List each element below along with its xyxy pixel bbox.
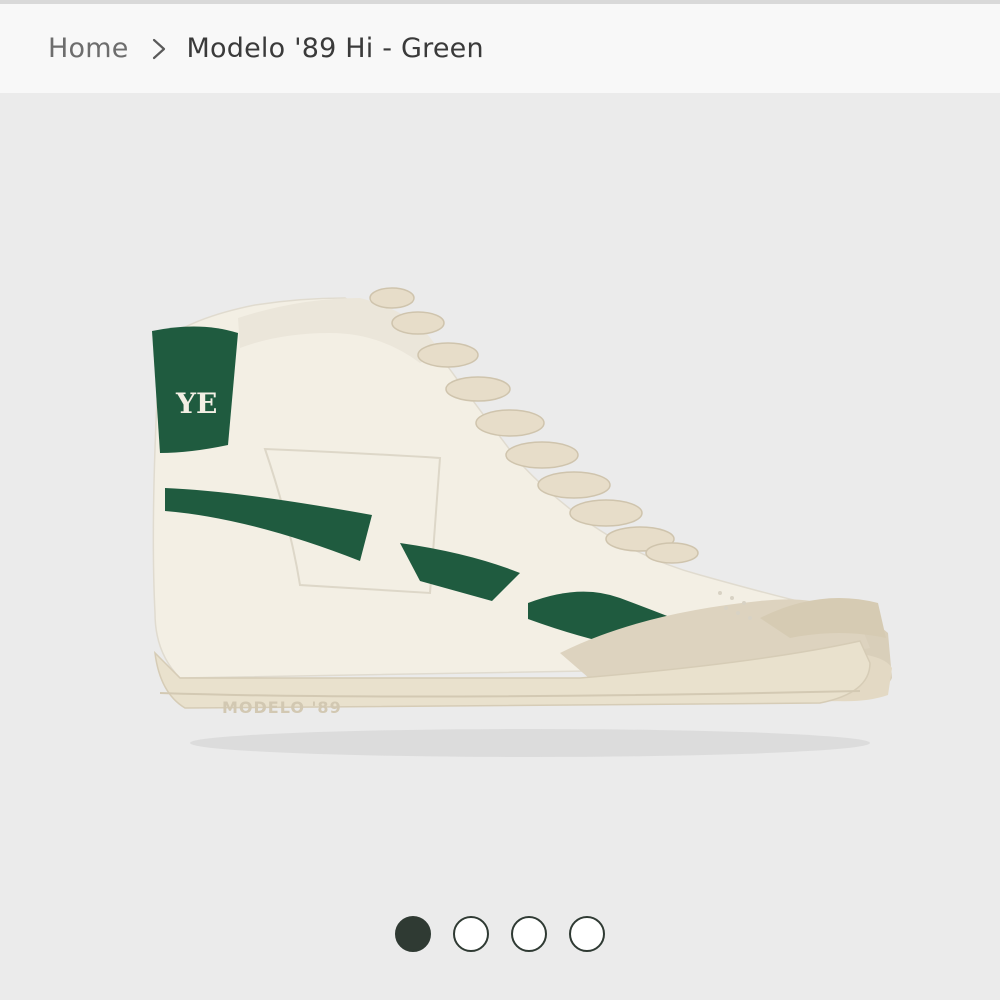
carousel-dot-2[interactable] bbox=[453, 916, 489, 952]
breadcrumb-current-page: Modelo '89 Hi - Green bbox=[186, 33, 484, 64]
carousel-dots bbox=[0, 913, 1000, 955]
heel-logo-text: YE bbox=[175, 387, 217, 420]
breadcrumb-home-link[interactable]: Home bbox=[48, 33, 129, 64]
product-gallery[interactable]: YE MODELO '89 bbox=[0, 93, 1000, 1000]
carousel-dot-3[interactable] bbox=[511, 916, 547, 952]
carousel-dot-1[interactable] bbox=[395, 916, 431, 952]
breadcrumb: Home Modelo '89 Hi - Green bbox=[0, 4, 1000, 93]
chevron-right-icon bbox=[141, 34, 177, 64]
sole-text: MODELO '89 bbox=[222, 698, 342, 717]
carousel-dot-4[interactable] bbox=[569, 916, 605, 952]
shoe-shadow bbox=[190, 729, 870, 757]
product-image[interactable]: YE MODELO '89 bbox=[0, 93, 1000, 893]
